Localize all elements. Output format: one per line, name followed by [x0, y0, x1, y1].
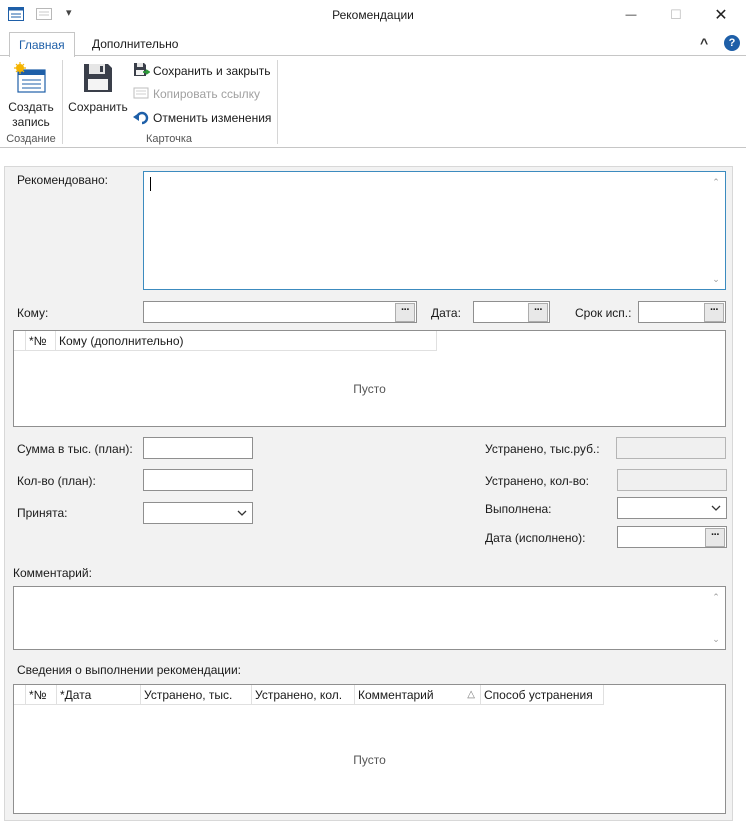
text-caret — [150, 177, 151, 191]
group-label-card: Карточка — [145, 133, 193, 145]
chevron-down-icon — [710, 502, 722, 514]
grid-header: *№ Кому (дополнительно) — [14, 331, 437, 351]
scroll-down-icon[interactable]: ⌄ — [710, 274, 722, 284]
sum-plan-label: Сумма в тыс. (план): — [17, 442, 133, 456]
execution-info-label: Сведения о выполнении рекомендации: — [17, 663, 241, 677]
minimize-button[interactable]: — — [608, 0, 654, 30]
group-separator — [277, 60, 278, 144]
save-and-close-label: Сохранить и закрыть — [153, 64, 271, 78]
create-record-label-1: Создать — [8, 100, 54, 114]
date-field[interactable]: ··· — [473, 301, 550, 323]
group-separator — [62, 60, 63, 144]
row-selector-header — [14, 685, 26, 705]
copy-link-button[interactable]: Копировать ссылку — [133, 84, 260, 104]
accepted-label: Принята: — [17, 506, 68, 520]
save-icon — [82, 62, 114, 97]
sort-icon: △ — [467, 689, 475, 700]
execution-grid[interactable]: *№ *Дата Устранено, тыс. Устранено, кол.… — [13, 684, 726, 814]
qty-plan-input[interactable] — [143, 469, 253, 491]
undo-icon — [133, 109, 150, 128]
save-label: Сохранить — [68, 100, 128, 114]
recommended-textarea[interactable]: ⌃ ⌄ — [143, 171, 726, 290]
scroll-down-icon[interactable]: ⌄ — [710, 634, 722, 644]
qty-plan-label: Кол-во (план): — [17, 474, 96, 488]
column-header-comment[interactable]: Комментарий △ — [355, 685, 481, 705]
ribbon: Создать запись Создание Сохранить Сохран… — [0, 55, 746, 148]
undo-changes-button[interactable]: Отменить изменения — [133, 108, 271, 128]
fixed-qty-label: Устранено, кол-во: — [485, 474, 589, 488]
accepted-select[interactable] — [143, 502, 253, 524]
group-label-create: Создание — [6, 133, 56, 145]
column-header[interactable]: Устранено, тыс. — [141, 685, 252, 705]
save-button[interactable]: Сохранить — [66, 62, 130, 120]
app-card-icon[interactable] — [8, 7, 24, 24]
fixed-thousand-field — [616, 437, 726, 459]
close-button[interactable]: ✕ — [698, 0, 744, 30]
maximize-icon: ☐ — [670, 7, 682, 22]
deadline-field[interactable]: ··· — [638, 301, 726, 323]
copy-link-icon — [133, 85, 150, 104]
collapse-ribbon-icon[interactable]: ^ — [700, 35, 708, 51]
empty-placeholder: Пусто — [353, 382, 386, 396]
to-label: Кому: — [17, 306, 49, 320]
qat-dropdown-icon[interactable]: ▾ — [66, 6, 72, 19]
close-icon: ✕ — [714, 7, 728, 24]
done-label: Выполнена: — [485, 502, 552, 516]
undo-changes-label: Отменить изменения — [153, 111, 272, 125]
row-selector-header — [14, 331, 26, 351]
new-record-icon — [13, 62, 47, 99]
column-header[interactable]: Способ устранения — [481, 685, 604, 705]
chevron-down-icon — [236, 507, 248, 519]
date-picker-button[interactable]: ··· — [528, 303, 548, 322]
done-select[interactable] — [617, 497, 727, 519]
help-icon[interactable]: ? — [724, 35, 740, 51]
deadline-label: Срок исп.: — [575, 306, 632, 320]
create-record-button[interactable]: Создать запись — [4, 62, 58, 132]
scroll-up-icon[interactable]: ⌃ — [710, 592, 722, 602]
to-lookup-button[interactable]: ··· — [395, 303, 415, 322]
deadline-picker-button[interactable]: ··· — [704, 303, 724, 322]
column-header[interactable]: *Дата — [57, 685, 141, 705]
minimize-icon: — — [625, 9, 637, 21]
copy-link-label: Копировать ссылку — [153, 87, 260, 101]
column-header-label: Комментарий — [358, 688, 434, 702]
date-label: Дата: — [431, 306, 461, 320]
tab-additional[interactable]: Дополнительно — [83, 32, 187, 56]
save-and-close-button[interactable]: Сохранить и закрыть — [133, 61, 270, 81]
tab-main[interactable]: Главная — [9, 32, 75, 57]
comment-textarea[interactable]: ⌃ ⌄ — [13, 586, 726, 650]
done-date-picker-button[interactable]: ··· — [705, 528, 725, 547]
title-bar: Рекомендации ▾ — ☐ ✕ — [0, 0, 746, 30]
fixed-thousand-label: Устранено, тыс.руб.: — [485, 442, 600, 456]
to-additional-grid[interactable]: *№ Кому (дополнительно) Пусто — [13, 330, 726, 427]
comment-label: Комментарий: — [13, 566, 92, 580]
maximize-button[interactable]: ☐ — [653, 0, 699, 30]
qat-disabled-icon — [36, 7, 52, 24]
recommended-label: Рекомендовано: — [17, 173, 108, 187]
column-header[interactable]: Устранено, кол. — [252, 685, 355, 705]
done-date-label: Дата (исполнено): — [485, 531, 586, 545]
column-header[interactable]: *№ — [26, 331, 56, 351]
done-date-field[interactable]: ··· — [617, 526, 727, 548]
scroll-up-icon[interactable]: ⌃ — [710, 177, 722, 187]
fixed-qty-field — [617, 469, 727, 491]
column-header[interactable]: Кому (дополнительно) — [56, 331, 437, 351]
create-record-label-2: запись — [12, 115, 50, 129]
grid-header: *№ *Дата Устранено, тыс. Устранено, кол.… — [14, 685, 604, 705]
column-header[interactable]: *№ — [26, 685, 57, 705]
to-field[interactable]: ··· — [143, 301, 417, 323]
save-close-icon — [133, 62, 151, 81]
empty-placeholder: Пусто — [353, 753, 386, 767]
sum-plan-input[interactable] — [143, 437, 253, 459]
